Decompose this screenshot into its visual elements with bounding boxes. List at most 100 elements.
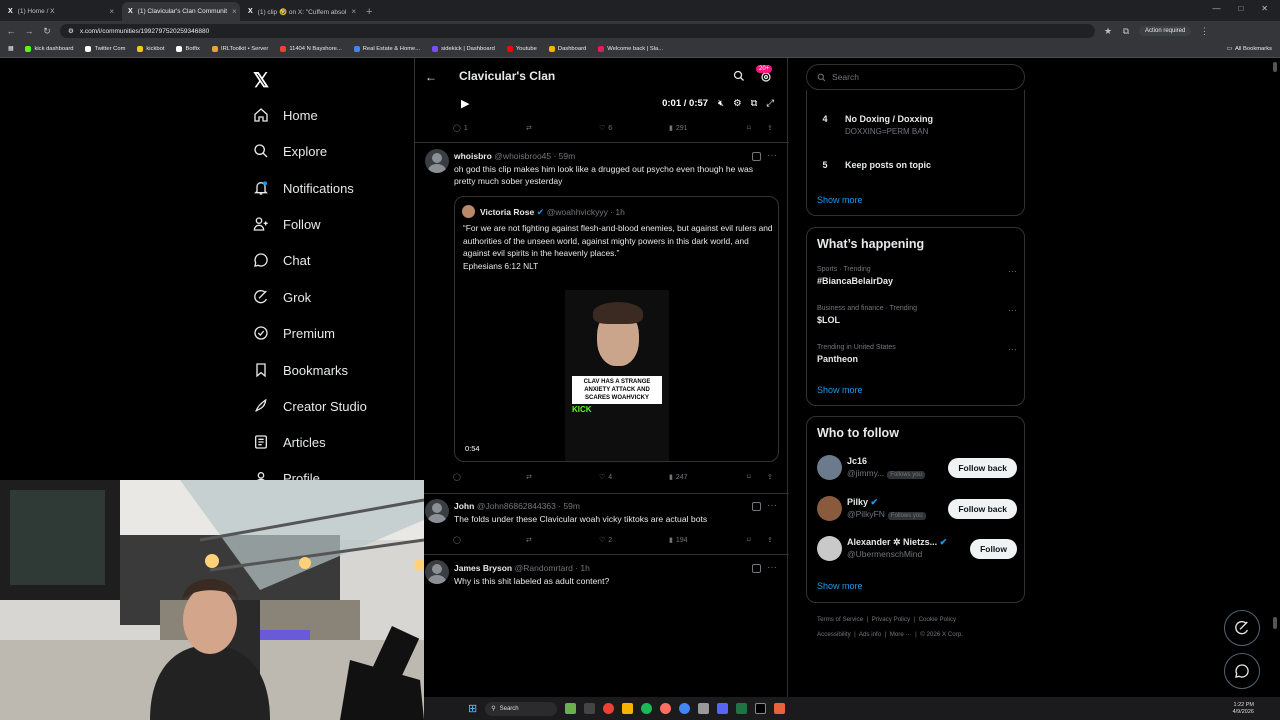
menu-icon[interactable]: ⋮ [1199, 26, 1209, 37]
address-bar[interactable]: ⚙ x.com/i/communities/1992797520259346880 [60, 24, 1095, 38]
avatar[interactable] [425, 149, 449, 173]
star-icon[interactable]: ★ [1103, 26, 1113, 37]
browser-tab-community[interactable]: X (1) Clavicular's Clan Communit × [122, 2, 240, 21]
close-tab-icon[interactable]: × [109, 7, 114, 16]
close-tab-icon[interactable]: × [351, 7, 356, 16]
share-icon[interactable]: ⇪ [767, 536, 773, 544]
chrome-icon[interactable] [603, 703, 615, 714]
follow-back-button[interactable]: Follow back [948, 499, 1017, 519]
messages-floating-button[interactable] [1224, 653, 1260, 689]
bookmark-item[interactable]: 11404 N Bayshore... [280, 46, 342, 52]
minimize-icon[interactable]: — [1212, 4, 1220, 15]
search-icon[interactable] [733, 70, 745, 82]
share-icon[interactable]: ⇪ [767, 124, 773, 132]
fullscreen-icon[interactable]: ⤢ [766, 98, 774, 109]
views-button[interactable]: ▮ 194 [669, 536, 747, 545]
user-name[interactable]: James Bryson [454, 563, 512, 573]
follow-button[interactable]: Follow [970, 539, 1017, 559]
back-arrow-icon[interactable]: ← [6, 26, 16, 36]
like-button[interactable]: ♡ 2 [599, 536, 669, 545]
like-button[interactable]: ♡ 4 [599, 473, 669, 482]
nav-articles[interactable]: Articles [253, 434, 326, 450]
views-button[interactable]: ▮ 291 [669, 124, 747, 133]
nav-premium[interactable]: Premium [253, 325, 335, 341]
taskbar-search[interactable]: ⚲ Search [485, 701, 558, 716]
video-thumbnail[interactable]: CLAV HAS A STRANGE ANXIETY ATTACK AND SC… [565, 290, 669, 461]
more-options-icon[interactable]: ··· [767, 500, 777, 511]
bookmark-item[interactable]: Dashboard [548, 46, 586, 52]
grok-floating-button[interactable] [1224, 610, 1260, 646]
bookmark-icon[interactable]: ⌑ [747, 536, 767, 544]
nav-bookmarks[interactable]: Bookmarks [253, 362, 348, 378]
pip-icon[interactable]: ⧉ [751, 98, 758, 109]
more-options-icon[interactable]: ··· [767, 150, 777, 161]
more-options-icon[interactable]: ··· [767, 562, 777, 573]
tweet[interactable]: whoisbro @whoisbroo45 · 59m ··· oh god t… [415, 143, 789, 493]
repost-button[interactable]: ⇄ [526, 473, 599, 481]
chrome-alt-icon[interactable] [679, 703, 691, 714]
grok-icon[interactable] [752, 152, 761, 161]
follow-suggestion[interactable]: Pilky ✔ @PilkyFN Follows you Follow back [817, 494, 1017, 524]
site-info-icon[interactable]: ⚙ [68, 27, 74, 35]
trend-item[interactable]: Business and finance · Trending $LOL ··· [817, 305, 1017, 325]
user-name[interactable]: John [454, 501, 474, 511]
mute-icon[interactable]: 🔇︎ [718, 98, 724, 109]
avatar[interactable] [425, 560, 449, 584]
scrollbar-thumb[interactable] [1273, 62, 1277, 72]
extensions-icon[interactable]: ⧉ [1121, 26, 1131, 37]
app-icon[interactable] [660, 703, 672, 714]
show-more-link[interactable]: Show more [817, 581, 863, 591]
bookmark-item[interactable]: Youtube [506, 46, 537, 52]
action-required-button[interactable]: Action required [1139, 26, 1192, 36]
forward-arrow-icon[interactable]: → [24, 26, 34, 36]
more-options-icon[interactable]: ··· [1008, 266, 1017, 276]
maximize-icon[interactable]: □ [1238, 4, 1243, 15]
share-icon[interactable]: ⇪ [767, 473, 773, 481]
settings-icon[interactable]: ⚙ [733, 98, 742, 109]
follow-back-button[interactable]: Follow back [948, 458, 1017, 478]
new-tab-button[interactable]: + [360, 6, 378, 21]
bookmark-item[interactable]: kickbot [137, 46, 164, 52]
rule-item[interactable]: 5 Keep posts on topic [819, 160, 931, 172]
reply-button[interactable]: ◯ 1 [453, 124, 526, 133]
repost-button[interactable]: ⇄ [526, 536, 599, 544]
views-button[interactable]: ▮ 247 [669, 473, 747, 482]
nav-home[interactable]: Home [253, 107, 318, 123]
avatar[interactable] [425, 499, 449, 523]
search-input[interactable]: Search [806, 64, 1025, 90]
show-more-link[interactable]: Show more [817, 195, 863, 205]
reply-button[interactable]: ◯ [453, 473, 526, 481]
bookmark-item[interactable]: IRLToolkit • Server [211, 46, 268, 52]
user-name[interactable]: whoisbro [454, 151, 492, 161]
follow-suggestion[interactable]: Jc16 @jimmy... Follows you Follow back [817, 453, 1017, 483]
file-explorer-icon[interactable] [622, 703, 634, 714]
nav-chat[interactable]: Chat [253, 252, 310, 268]
browser-tab-clip[interactable]: X (1) clip 🤣 on X: "Cuffem absol × [242, 2, 360, 21]
taskbar-clock[interactable]: 1:22 PM 4/9/2026 [1233, 702, 1280, 716]
apps-icon[interactable]: ▦ [8, 46, 13, 52]
settings-icon[interactable] [698, 703, 710, 714]
footer-link[interactable]: Ads info [859, 631, 881, 638]
trend-item[interactable]: Trending in United States Pantheon ··· [817, 344, 1017, 364]
footer-link[interactable]: Terms of Service [817, 616, 863, 623]
follow-suggestion[interactable]: Alexander ✲ Nietzs... ✔ @UbermenschMind … [817, 534, 1017, 564]
close-tab-icon[interactable]: × [232, 7, 237, 16]
browser-tab-home[interactable]: X (1) Home / X × [2, 2, 120, 21]
bookmark-item[interactable]: Real Estate & Home... [353, 46, 420, 52]
close-window-icon[interactable]: ✕ [1261, 4, 1268, 15]
nav-explore[interactable]: Explore [253, 143, 327, 159]
grok-icon[interactable] [752, 564, 761, 573]
rule-item[interactable]: 4 No Doxing / Doxxing DOXXING=PERM BAN [819, 114, 933, 136]
footer-link[interactable]: Accessibility [817, 631, 851, 638]
spotify-icon[interactable] [641, 703, 653, 714]
like-button[interactable]: ♡ 6 [599, 124, 669, 133]
x-app-icon[interactable] [755, 703, 767, 714]
widgets-icon[interactable] [565, 703, 577, 714]
page-scrollbar[interactable] [1272, 62, 1278, 708]
reply-button[interactable]: ◯ [453, 536, 526, 544]
windows-start-icon[interactable]: ⊞ [468, 702, 477, 715]
footer-link[interactable]: More ··· [890, 631, 912, 638]
more-options-icon[interactable]: ··· [1008, 344, 1017, 354]
show-more-link[interactable]: Show more [817, 385, 863, 395]
nav-notifications[interactable]: Notifications [253, 180, 354, 196]
